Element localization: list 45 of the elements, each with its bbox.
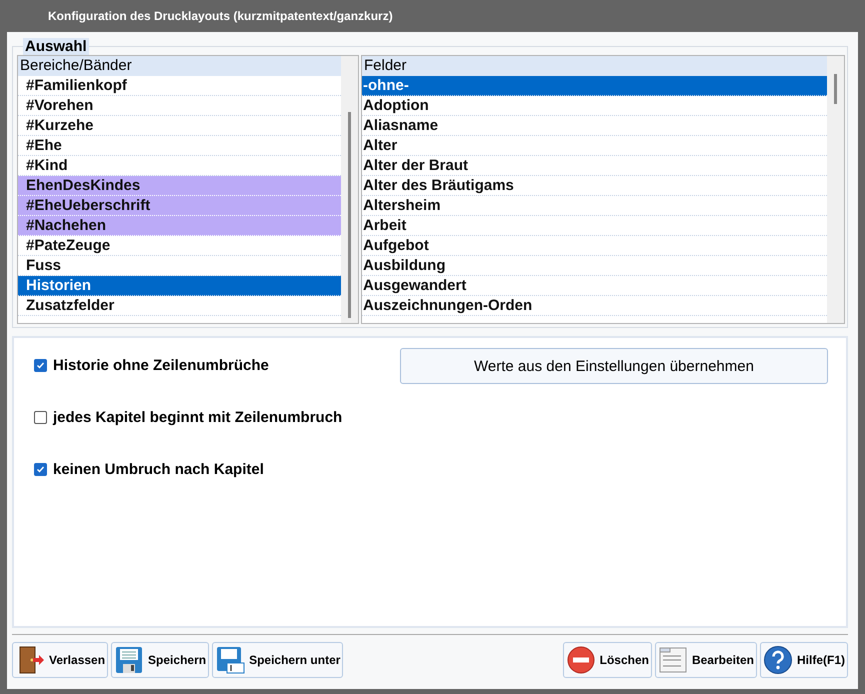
list-item[interactable]: Auszeichnungen-Orden [362, 296, 827, 316]
list-item[interactable]: Adoption [362, 96, 827, 116]
delete-button[interactable]: Löschen [562, 642, 652, 678]
save-button[interactable]: Speichern [111, 642, 210, 678]
document-list-icon [658, 645, 688, 675]
scrollbar-thumb[interactable] [348, 112, 351, 318]
help-icon [763, 645, 793, 675]
floppy-disk-icon [215, 645, 246, 675]
help-button[interactable]: Hilfe(F1) [760, 642, 848, 678]
minus-circle-icon [566, 645, 596, 675]
list-item[interactable]: EhenDesKindes [18, 176, 341, 196]
exit-button[interactable]: Verlassen [12, 642, 108, 678]
list-item[interactable]: Alter [362, 136, 827, 156]
scrollbar[interactable] [341, 56, 358, 323]
list-item[interactable]: Alter der Braut [362, 156, 827, 176]
list-item[interactable]: Ausbildung [362, 256, 827, 276]
list-item[interactable]: Historien [18, 276, 341, 296]
list-item[interactable]: Aliasname [362, 116, 827, 136]
list-item[interactable]: Alter des Bräutigams [362, 176, 827, 196]
edit-button[interactable]: Bearbeiten [654, 642, 757, 678]
checkbox[interactable] [34, 410, 47, 424]
list-item[interactable]: -ohne- [362, 76, 827, 96]
window-title: Konfiguration des Drucklayouts (kurzmitpatentext/ganzkurz) [48, 9, 393, 23]
list-item[interactable]: Altersheim [362, 196, 827, 216]
list-item[interactable]: #Nachehen [18, 216, 341, 236]
scrollbar-thumb[interactable] [834, 74, 837, 104]
list-item[interactable]: #EheUeberschrift [18, 196, 341, 216]
bands-list[interactable]: Bereiche/Bänder #Familienkopf #Vorehen #Kurzehe #Ehe #Kind EhenDesKindes #EheUeberschrift #Nachehen #PateZeuge Fuss Historien Zusatzfelder [17, 55, 359, 324]
list-item[interactable]: Ausgewandert [362, 276, 827, 296]
checkbox-label: Historie ohne Zeilenumbrüche [53, 356, 269, 374]
checkbox[interactable] [34, 462, 47, 476]
column-header: Felder [362, 56, 827, 76]
checkmark-icon [36, 464, 45, 474]
save-as-button[interactable]: Speichern unter [212, 642, 344, 678]
group-title: Auswahl [23, 38, 89, 55]
scrollbar[interactable] [827, 56, 844, 323]
list-item[interactable]: Arbeit [362, 216, 827, 236]
column-header: Bereiche/Bänder [18, 56, 341, 76]
checkmark-icon [36, 360, 45, 370]
checkbox-label: jedes Kapitel beginnt mit Zeilenumbruch [53, 408, 342, 426]
apply-settings-button[interactable]: Werte aus den Einstellungen übernehmen [400, 348, 828, 384]
checkbox[interactable] [34, 358, 47, 372]
fields-list[interactable]: Felder -ohne- Adoption Aliasname Alter Alter der Braut Alter des Bräutigams Altersheim Arbeit Aufgebot Ausbildung Ausgewandert Auszeichnungen-Orden [361, 55, 845, 324]
checkbox-label: keinen Umbruch nach Kapitel [53, 460, 264, 478]
list-item[interactable]: Aufgebot [362, 236, 827, 256]
